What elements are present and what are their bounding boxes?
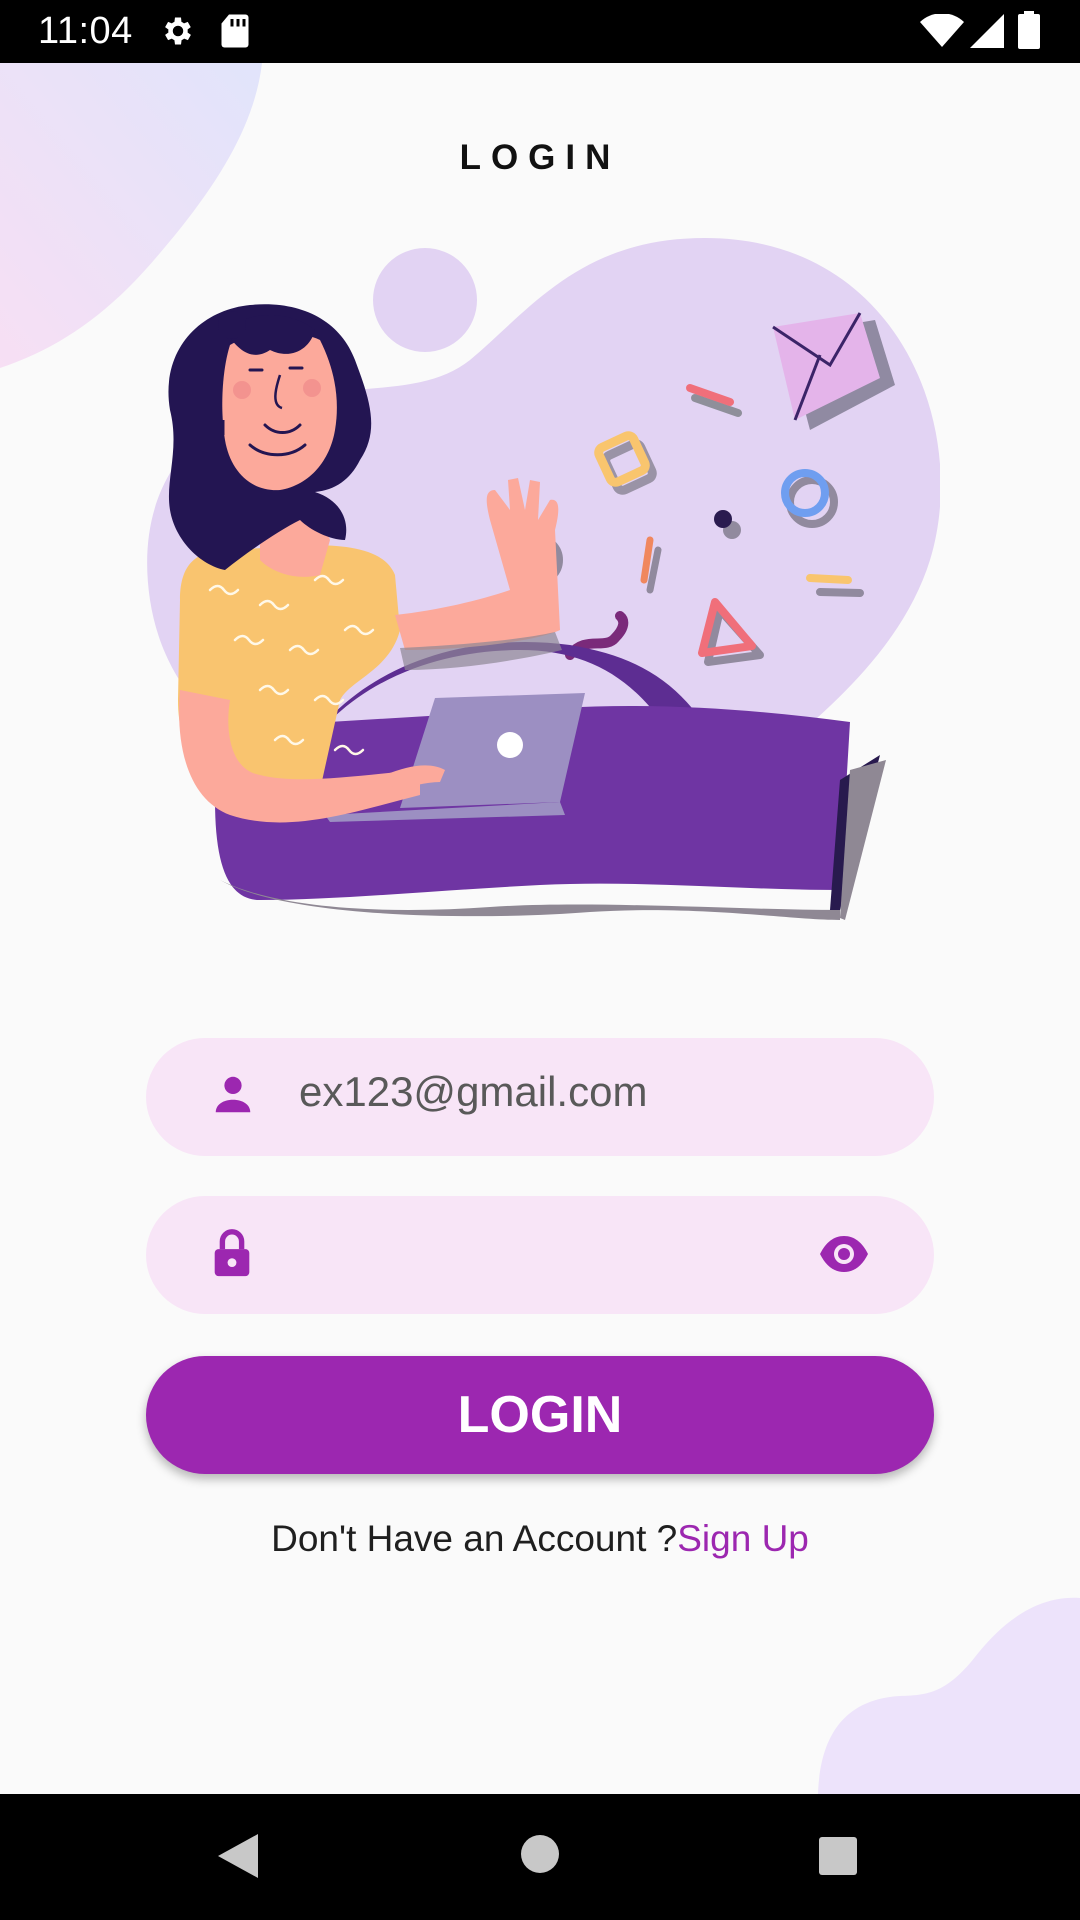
lock-icon — [212, 1228, 252, 1283]
eye-icon[interactable] — [818, 1234, 870, 1279]
login-button[interactable]: LOGIN — [146, 1356, 934, 1474]
email-field[interactable] — [146, 1038, 934, 1156]
decorative-blob-bottom-right — [818, 1597, 1080, 1794]
home-circle-icon[interactable] — [520, 1834, 560, 1879]
cellular-signal-icon — [970, 14, 1004, 53]
login-illustration — [147, 238, 940, 920]
person-icon — [210, 1072, 256, 1123]
signup-prompt: Don't Have an Account ? — [271, 1518, 678, 1559]
page-title: LOGIN — [459, 138, 621, 177]
settings-icon — [160, 13, 196, 54]
signup-row: Don't Have an Account ?Sign Up — [0, 1518, 1080, 1560]
wifi-icon — [920, 13, 964, 53]
recents-square-icon[interactable] — [818, 1836, 858, 1881]
status-time: 11:04 — [38, 10, 133, 52]
battery-icon — [1018, 11, 1040, 54]
signup-link[interactable]: Sign Up — [677, 1518, 809, 1559]
password-input[interactable] — [299, 1226, 819, 1274]
navigation-bar — [0, 1794, 1080, 1920]
password-field[interactable] — [146, 1196, 934, 1314]
sd-card-icon — [220, 13, 250, 54]
email-input[interactable] — [299, 1068, 819, 1116]
status-bar: 11:04 — [0, 0, 1080, 63]
back-triangle-icon[interactable] — [216, 1832, 260, 1885]
